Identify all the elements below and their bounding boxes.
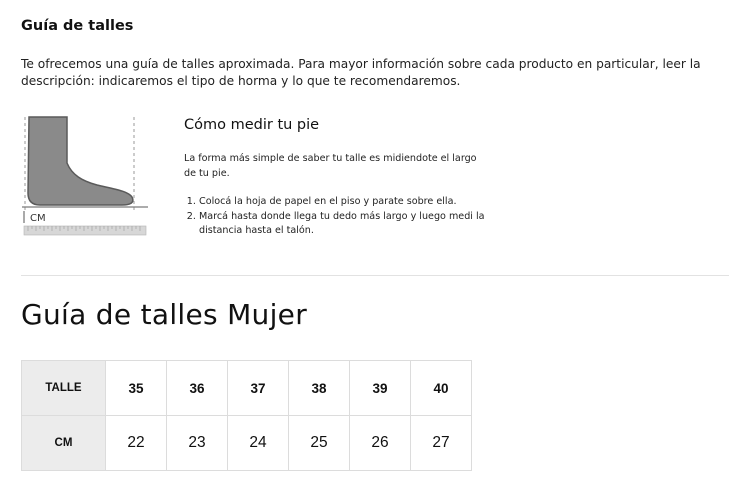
table-cell: 24 — [227, 415, 289, 471]
table-cell: 35 — [105, 360, 167, 416]
table-row-cm: CM 22 23 24 25 26 27 — [21, 415, 472, 471]
table-cell: 37 — [227, 360, 289, 416]
table-cell: 40 — [410, 360, 472, 416]
section-divider — [21, 275, 729, 276]
row-header-talle: TALLE — [21, 360, 106, 416]
table-cell: 22 — [105, 415, 167, 471]
size-guide-title: Guía de talles Mujer — [21, 298, 308, 331]
size-table: TALLE 35 36 37 38 39 40 CM 22 23 24 25 2… — [21, 360, 472, 471]
table-cell: 38 — [288, 360, 350, 416]
unit-label: CM — [30, 213, 46, 224]
table-cell: 23 — [166, 415, 228, 471]
table-cell: 39 — [349, 360, 411, 416]
foot-measure-icon: CM — [22, 116, 148, 236]
measure-title: Cómo medir tu pie — [184, 117, 320, 133]
table-cell: 36 — [166, 360, 228, 416]
table-cell: 25 — [288, 415, 350, 471]
row-header-cm: CM — [21, 415, 106, 471]
measure-step: Colocá la hoja de papel en el piso y par… — [199, 195, 509, 210]
intro-text: Te ofrecemos una guía de talles aproxima… — [21, 57, 701, 88]
measure-steps: Colocá la hoja de papel en el piso y par… — [184, 195, 509, 239]
measure-description: La forma más simple de saber tu talle es… — [184, 153, 477, 179]
table-cell: 27 — [410, 415, 472, 471]
table-cell: 26 — [349, 415, 411, 471]
page-title: Guía de talles — [21, 18, 134, 34]
measure-step: Marcá hasta donde llega tu dedo más larg… — [199, 210, 509, 239]
table-row-talle: TALLE 35 36 37 38 39 40 — [21, 360, 472, 416]
foot-measure-illustration: CM — [22, 113, 148, 239]
